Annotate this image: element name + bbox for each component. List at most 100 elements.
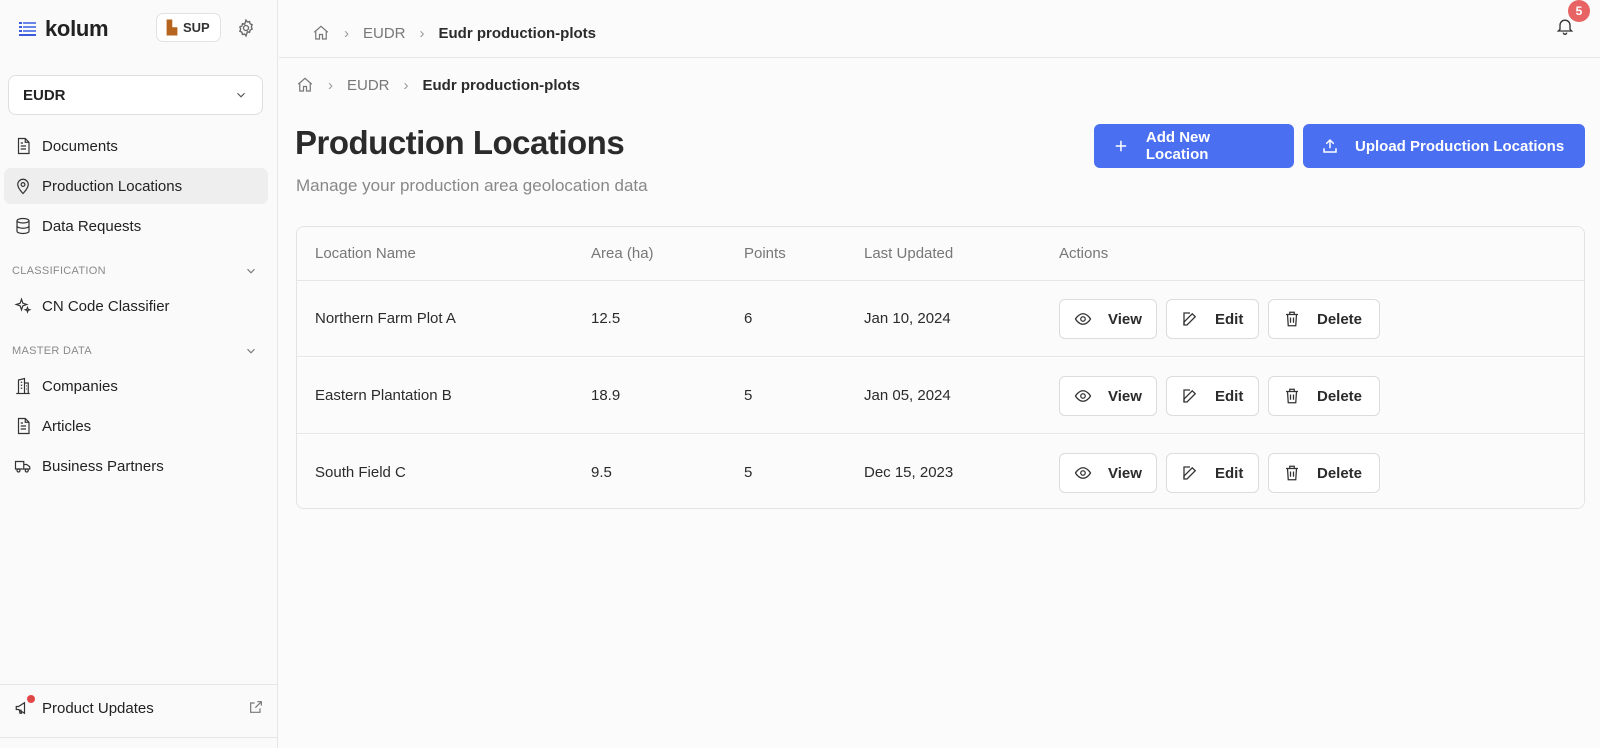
section-classification[interactable]: CLASSIFICATION — [12, 264, 258, 278]
cell-points: 6 — [744, 310, 753, 327]
sidebar: kolum ▙ SUP EUDR Documents Production Lo… — [0, 0, 278, 748]
sidebar-item-label: Companies — [42, 377, 118, 395]
sidebar-item-label: CN Code Classifier — [42, 297, 170, 315]
cell-points: 5 — [744, 387, 753, 404]
edit-icon — [1183, 466, 1197, 480]
delete-label: Delete — [1317, 464, 1363, 482]
upload-icon — [1323, 138, 1337, 153]
view-button[interactable]: View — [1059, 299, 1157, 339]
locations-table: Location Name Area (ha) Points Last Upda… — [296, 226, 1585, 509]
edit-button[interactable]: Edit — [1166, 376, 1259, 416]
cell-location-name: Eastern Plantation B — [315, 387, 452, 404]
chevron-down-icon — [247, 348, 255, 354]
sidebar-footer: Product Updates — [0, 684, 278, 738]
edit-label: Edit — [1215, 310, 1244, 328]
view-label: View — [1108, 464, 1142, 482]
sidebar-item-data-requests[interactable]: Data Requests — [4, 208, 268, 244]
table-header: Location Name Area (ha) Points Last Upda… — [297, 227, 1584, 281]
page-breadcrumb: › EUDR › Eudr production-plots — [296, 76, 580, 94]
product-updates-label: Product Updates — [42, 699, 154, 717]
truck-icon — [14, 460, 31, 473]
factory-icon: ▙ — [167, 19, 177, 35]
view-label: View — [1108, 310, 1142, 328]
module-selector-value: EUDR — [23, 86, 66, 104]
notification-count-badge: 5 — [1568, 0, 1590, 22]
cell-area: 9.5 — [591, 464, 612, 481]
home-icon[interactable] — [312, 24, 330, 42]
view-label: View — [1108, 387, 1142, 405]
add-new-location-label: Add New Location — [1145, 129, 1211, 163]
building-icon — [16, 377, 30, 395]
sidebar-item-articles[interactable]: Articles — [4, 408, 268, 444]
delete-button[interactable]: Delete — [1268, 453, 1380, 493]
edit-button[interactable]: Edit — [1166, 299, 1259, 339]
document-icon — [17, 417, 30, 435]
column-header-area: Area (ha) — [591, 245, 654, 262]
column-header-points: Points — [744, 245, 786, 262]
brand-name: kolum — [45, 16, 109, 41]
view-button[interactable]: View — [1059, 376, 1157, 416]
sidebar-item-label: Articles — [42, 417, 92, 435]
topbar: › EUDR › Eudr production-plots 5 — [279, 0, 1600, 58]
section-master-data[interactable]: MASTER DATA — [12, 344, 258, 358]
breadcrumb-link[interactable]: EUDR — [347, 77, 390, 94]
cell-area: 18.9 — [591, 387, 621, 404]
edit-label: Edit — [1215, 387, 1244, 405]
edit-label: Edit — [1215, 464, 1244, 482]
map-pin-icon — [17, 178, 29, 195]
delete-button[interactable]: Delete — [1268, 376, 1380, 416]
external-link-icon — [250, 701, 262, 713]
breadcrumb-current: Eudr production-plots — [438, 24, 596, 42]
database-icon — [16, 217, 30, 235]
cell-last-updated: Dec 15, 2023 — [864, 464, 954, 481]
sidebar-item-cn-code-classifier[interactable]: CN Code Classifier — [4, 288, 268, 324]
cell-location-name: South Field C — [315, 464, 406, 481]
cell-area: 12.5 — [591, 310, 621, 327]
sidebar-item-business-partners[interactable]: Business Partners — [4, 448, 268, 484]
breadcrumb: › EUDR › Eudr production-plots — [312, 24, 596, 42]
notification-dot — [27, 695, 35, 703]
breadcrumb-link[interactable]: EUDR — [363, 25, 406, 42]
edit-icon — [1183, 389, 1197, 403]
chevron-down-icon — [237, 92, 245, 98]
megaphone-icon — [14, 695, 35, 717]
kolum-logo-icon — [19, 22, 36, 36]
chevron-right-icon: › — [344, 24, 349, 42]
module-selector[interactable]: EUDR — [8, 75, 263, 115]
cell-points: 5 — [744, 464, 753, 481]
chevron-down-icon — [247, 268, 255, 274]
sparkles-icon — [14, 297, 32, 314]
sidebar-item-companies[interactable]: Companies — [4, 368, 268, 404]
eye-icon — [1074, 390, 1092, 402]
sidebar-item-documents[interactable]: Documents — [4, 128, 268, 164]
eye-icon — [1074, 313, 1092, 325]
cell-last-updated: Jan 10, 2024 — [864, 310, 951, 327]
sidebar-item-label: Production Locations — [42, 177, 183, 195]
cell-location-name: Northern Farm Plot A — [315, 310, 456, 327]
sidebar-item-production-locations[interactable]: Production Locations — [4, 168, 268, 204]
product-updates-link[interactable]: Product Updates — [14, 695, 264, 717]
section-label: CLASSIFICATION — [12, 265, 106, 277]
page-title: Production Locations — [295, 124, 625, 161]
chevron-right-icon: › — [328, 76, 333, 94]
view-button[interactable]: View — [1059, 453, 1157, 493]
gear-icon[interactable] — [236, 18, 256, 38]
delete-label: Delete — [1317, 387, 1363, 405]
edit-button[interactable]: Edit — [1166, 453, 1259, 493]
cell-last-updated: Jan 05, 2024 — [864, 387, 951, 404]
column-header-last-updated: Last Updated — [864, 245, 954, 262]
section-label: MASTER DATA — [12, 345, 92, 357]
home-icon[interactable] — [296, 76, 314, 94]
plus-icon — [1115, 140, 1127, 152]
trash-icon — [1286, 311, 1298, 327]
delete-label: Delete — [1317, 310, 1363, 328]
org-badge[interactable]: ▙ SUP — [156, 13, 221, 42]
column-header-location-name: Location Name — [315, 245, 416, 262]
upload-production-locations-button[interactable]: Upload Production Locations — [1303, 124, 1585, 168]
table-row: South Field C 9.5 5 Dec 15, 2023 View Ed… — [297, 435, 1584, 508]
delete-button[interactable]: Delete — [1268, 299, 1380, 339]
table-row: Northern Farm Plot A 12.5 6 Jan 10, 2024… — [297, 281, 1584, 357]
brand[interactable]: kolum — [18, 14, 109, 44]
add-new-location-button[interactable]: Add New Location — [1094, 124, 1294, 168]
eye-icon — [1074, 467, 1092, 479]
